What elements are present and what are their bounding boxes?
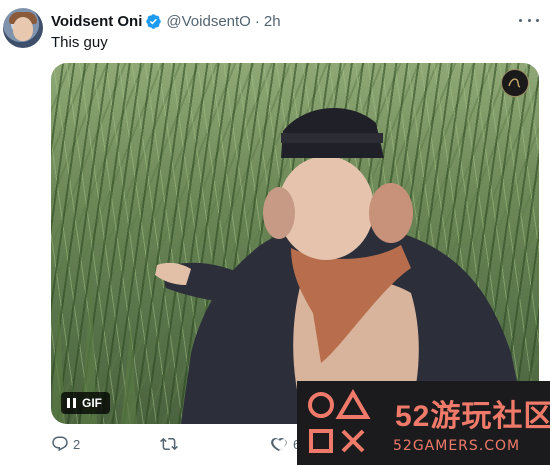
- gif-badge-label: GIF: [82, 396, 102, 410]
- heart-icon: [271, 438, 287, 451]
- reply-count: 2: [73, 436, 81, 452]
- timestamp[interactable]: 2h: [264, 13, 281, 30]
- like-button[interactable]: 6: [271, 434, 300, 454]
- reply-icon: [52, 436, 68, 452]
- gif-badge-button[interactable]: GIF: [61, 392, 110, 414]
- retweet-icon: [160, 437, 178, 451]
- more-dot-icon: [519, 18, 522, 22]
- display-name[interactable]: Voidsent Oni: [51, 13, 142, 30]
- pause-icon: [67, 398, 76, 408]
- more-dot-icon: [527, 18, 531, 22]
- more-dot-icon: [536, 18, 539, 22]
- playstation-symbols-icon: [308, 389, 371, 453]
- avatar[interactable]: [3, 8, 43, 48]
- watermark-overlay: 52游玩社区 52GAMERS.COM: [297, 381, 550, 465]
- tweet-text: This guy: [51, 34, 108, 51]
- gif-media[interactable]: GIF: [51, 63, 539, 424]
- tweet-header: Voidsent Oni @VoidsentO · 2h: [51, 10, 281, 32]
- user-handle[interactable]: @VoidsentO: [166, 13, 250, 30]
- watermark-brand: 52游玩社区: [395, 400, 550, 433]
- avatar-face-shape: [13, 17, 33, 41]
- watermark-site: 52GAMERS.COM: [393, 438, 521, 454]
- more-options-button[interactable]: [519, 12, 539, 28]
- reply-button[interactable]: 2: [51, 434, 80, 454]
- retweet-button[interactable]: [160, 434, 182, 454]
- channel-logo-icon: [501, 69, 529, 97]
- gif-frame-figure: [51, 108, 526, 424]
- separator-dot: ·: [254, 12, 260, 30]
- verified-badge-icon: [146, 13, 162, 29]
